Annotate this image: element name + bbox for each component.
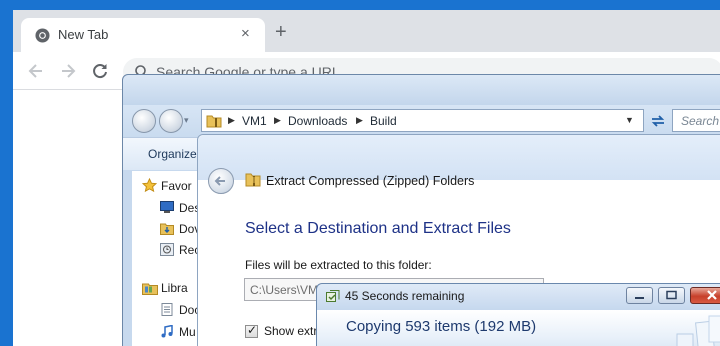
recent-places-icon [160,243,174,259]
progress-title-bar[interactable]: 45 Seconds remaining [317,284,720,310]
progress-title: 45 Seconds remaining [345,289,465,303]
progress-heading: Copying 593 items (192 MB) [346,318,537,335]
zip-folder-icon [245,171,261,190]
breadcrumb-separator-icon[interactable]: ▶ [228,115,235,126]
flying-pages-icon [647,310,720,346]
organize-button[interactable]: Organize [148,147,197,161]
chrome-logo-icon [35,28,50,43]
checkmark-icon: ✓ [247,323,258,337]
new-tab-button[interactable]: + [275,22,287,42]
wizard-back-button[interactable] [208,168,234,194]
maximize-button[interactable] [658,287,685,304]
close-button[interactable] [690,287,720,304]
address-bar[interactable]: ▶ VM1 ▶ Downloads ▶ Build ▼ [201,109,644,132]
recent-pages-chevron-icon[interactable]: ▾ [184,115,189,126]
nav-item-label: Libra [161,281,188,295]
reload-icon[interactable] [89,60,111,82]
refresh-icon[interactable] [647,110,669,132]
explorer-nav-bar: ▾ ▶ VM1 ▶ Downloads ▶ Build ▼ Search B [123,105,720,137]
progress-body: Copying 593 items (192 MB) [317,310,720,346]
tab-title: New Tab [58,27,109,42]
minimize-button[interactable] [626,287,653,304]
music-icon [160,324,174,341]
breadcrumb-downloads[interactable]: Downloads [288,114,347,128]
wizard-title: Extract Compressed (Zipped) Folders [266,174,475,188]
forward-arrow-icon[interactable] [57,60,79,82]
back-arrow-icon[interactable] [25,60,47,82]
breadcrumb-separator-icon[interactable]: ▶ [356,115,363,126]
explorer-search-placeholder: Search B [681,114,720,128]
breadcrumb-separator-icon[interactable]: ▶ [274,115,281,126]
explorer-title-bar[interactable] [123,75,720,105]
star-icon [141,177,158,196]
destination-path-value: C:\Users\VM [250,283,319,297]
desktop-icon [160,201,174,217]
breadcrumb-vm1[interactable]: VM1 [242,114,267,128]
tab-strip: New Tab × + [13,10,720,52]
address-dropdown-icon[interactable]: ▼ [625,115,634,125]
explorer-back-button[interactable] [132,109,156,133]
copy-icon [326,290,340,306]
wizard-heading: Select a Destination and Extract Files [245,220,511,237]
explorer-forward-button[interactable] [159,109,183,133]
libraries-icon [142,281,158,298]
copy-progress-dialog: 45 Seconds remaining Copying 593 items (… [316,283,720,346]
downloads-folder-icon [160,222,174,238]
documents-icon [160,303,174,319]
show-files-checkbox[interactable]: ✓ [245,323,258,338]
nav-item-label: Favor [161,179,192,193]
explorer-search-input[interactable]: Search B [672,109,720,132]
tab-new-tab[interactable]: New Tab × [21,18,265,52]
folder-icon [206,113,222,131]
destination-label: Files will be extracted to this folder: [245,258,432,272]
breadcrumb-build[interactable]: Build [370,114,397,128]
tab-close-icon[interactable]: × [241,25,250,42]
nav-item-label: Mu [179,325,196,339]
